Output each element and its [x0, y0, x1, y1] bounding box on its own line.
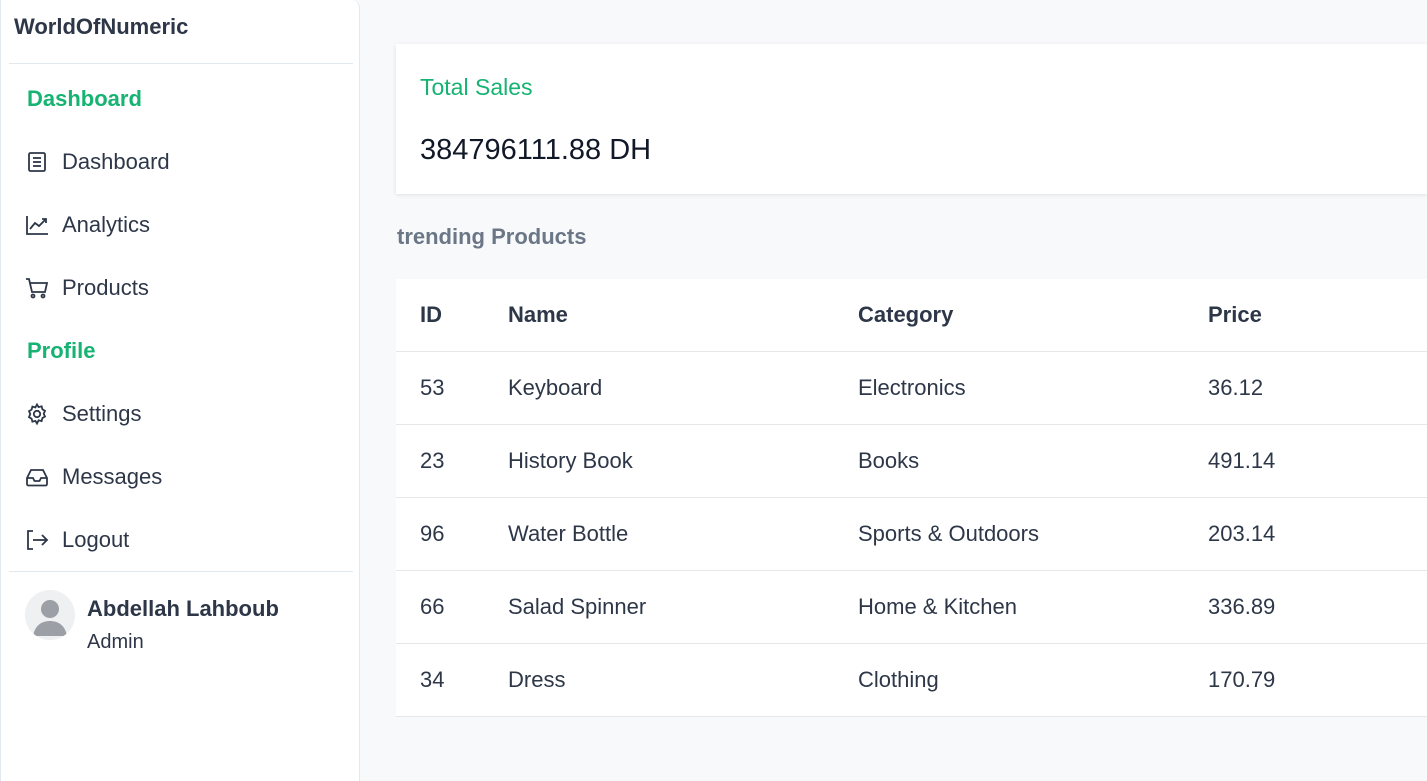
cell-id: 53 — [396, 351, 508, 425]
user-silhouette-icon — [25, 590, 75, 640]
total-sales-value: 384796111.88 DH — [420, 134, 652, 166]
section-heading-dashboard: Dashboard — [27, 86, 142, 111]
section-heading-profile: Profile — [27, 338, 96, 363]
sidebar-item-label: Products — [62, 275, 149, 300]
cell-name: Salad Spinner — [508, 570, 858, 644]
cell-category: Electronics — [858, 351, 1208, 425]
cell-name: History Book — [508, 424, 858, 498]
table-row[interactable]: 96 Water Bottle Sports & Outdoors 203.14 — [396, 497, 1427, 571]
cart-icon — [23, 274, 51, 302]
table-row[interactable]: 53 Keyboard Electronics 36.12 — [396, 351, 1427, 425]
user-profile[interactable]: Abdellah Lahboub Admin — [25, 590, 345, 660]
cell-category: Home & Kitchen — [858, 570, 1208, 644]
column-header-category[interactable]: Category — [858, 279, 1208, 352]
sidebar-item-label: Settings — [62, 401, 142, 426]
cell-price: 336.89 — [1208, 570, 1427, 644]
trending-products-table: ID Name Category Price 53 Keyboard Elect… — [396, 279, 1427, 717]
sidebar-item-settings[interactable]: Settings — [23, 394, 343, 434]
sidebar-divider — [9, 63, 353, 64]
avatar[interactable] — [25, 590, 75, 640]
cell-price: 36.12 — [1208, 351, 1427, 425]
logout-icon — [23, 526, 51, 554]
user-name: Abdellah Lahboub — [87, 596, 279, 621]
cell-price: 491.14 — [1208, 424, 1427, 498]
user-role: Admin — [87, 631, 144, 653]
sidebar-item-analytics[interactable]: Analytics — [23, 205, 343, 245]
table-header-row: ID Name Category Price — [396, 279, 1427, 352]
chart-line-icon — [23, 211, 51, 239]
brand-title[interactable]: WorldOfNumeric — [14, 14, 188, 40]
cell-id: 23 — [396, 424, 508, 498]
cell-id: 34 — [396, 643, 508, 717]
cell-category: Sports & Outdoors — [858, 497, 1208, 571]
cell-id: 66 — [396, 570, 508, 644]
trending-products-title: trending Products — [397, 224, 587, 249]
gear-icon — [23, 400, 51, 428]
sidebar-item-label: Analytics — [62, 212, 151, 237]
sidebar-item-label: Dashboard — [62, 149, 170, 174]
cell-name: Water Bottle — [508, 497, 858, 571]
sidebar-divider — [9, 571, 353, 572]
document-icon — [23, 148, 51, 176]
total-sales-card: Total Sales 384796111.88 DH — [396, 44, 1427, 194]
cell-category: Clothing — [858, 643, 1208, 717]
cell-name: Dress — [508, 643, 858, 717]
sidebar-item-dashboard[interactable]: Dashboard — [23, 142, 343, 182]
sidebar-item-messages[interactable]: Messages — [23, 457, 343, 497]
table-row[interactable]: 66 Salad Spinner Home & Kitchen 336.89 — [396, 570, 1427, 644]
sidebar: WorldOfNumeric Dashboard Dashboard Analy… — [0, 0, 360, 781]
sidebar-item-products[interactable]: Products — [23, 268, 343, 308]
sidebar-item-logout[interactable]: Logout — [23, 520, 343, 560]
cell-id: 96 — [396, 497, 508, 571]
cell-price: 170.79 — [1208, 643, 1427, 717]
column-header-id[interactable]: ID — [396, 279, 508, 352]
cell-category: Books — [858, 424, 1208, 498]
column-header-price[interactable]: Price — [1208, 279, 1427, 352]
table-row[interactable]: 34 Dress Clothing 170.79 — [396, 643, 1427, 717]
cell-name: Keyboard — [508, 351, 858, 425]
inbox-icon — [23, 463, 51, 491]
card-title: Total Sales — [420, 74, 533, 100]
sidebar-item-label: Messages — [62, 464, 163, 489]
table-row[interactable]: 23 History Book Books 491.14 — [396, 424, 1427, 498]
sidebar-item-label: Logout — [62, 527, 130, 552]
column-header-name[interactable]: Name — [508, 279, 858, 352]
cell-price: 203.14 — [1208, 497, 1427, 571]
